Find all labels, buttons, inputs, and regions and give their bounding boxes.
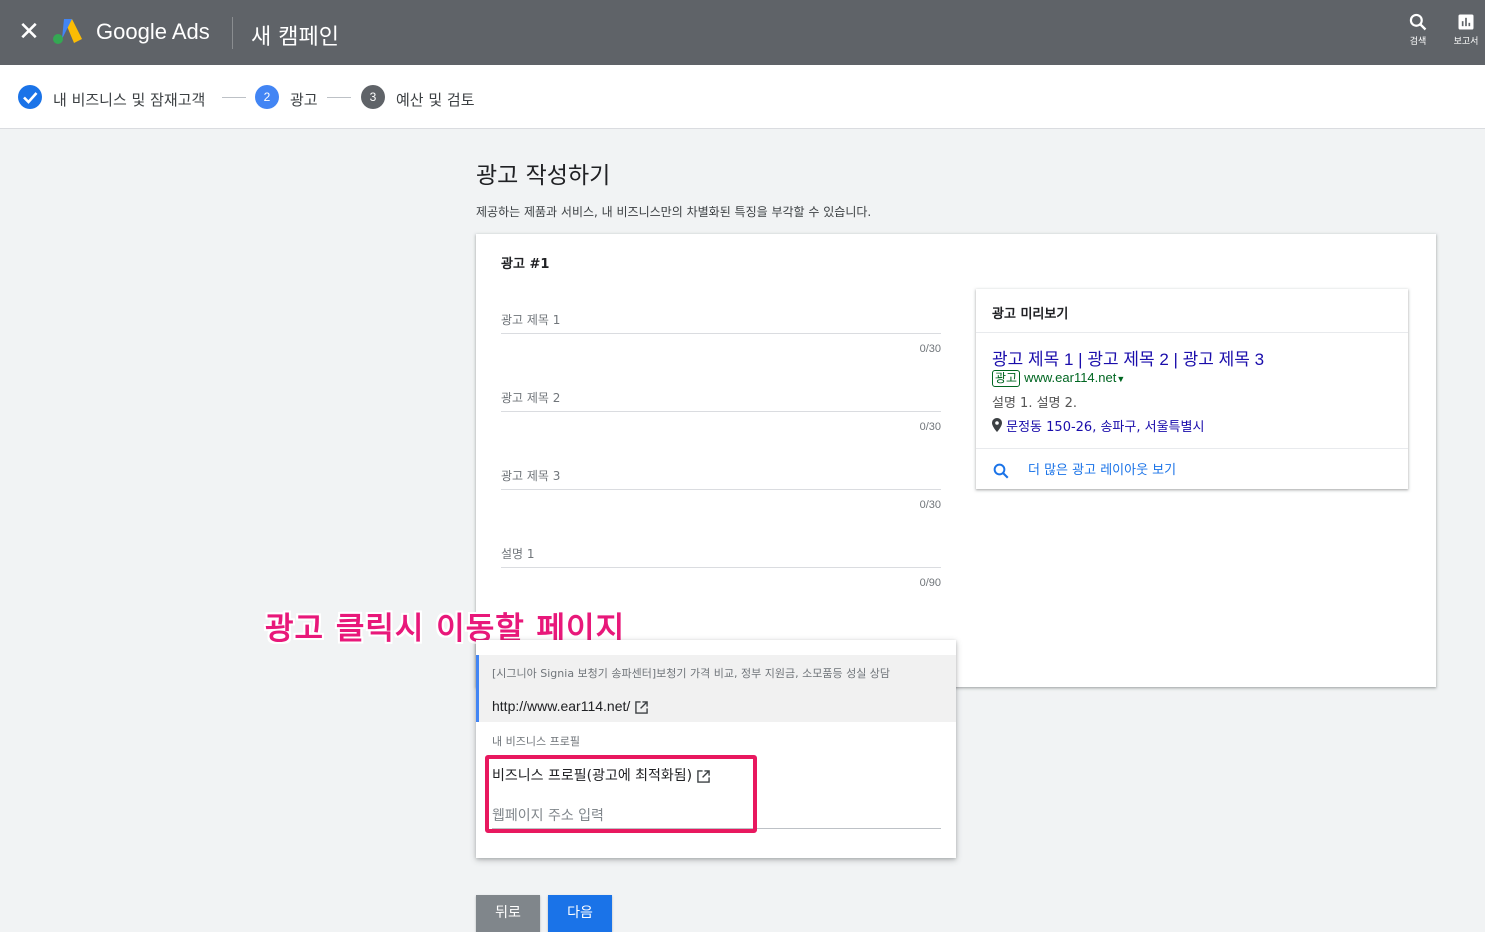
external-link-icon: [635, 701, 649, 714]
field-underline: [501, 489, 941, 490]
preview-divider: [976, 448, 1408, 449]
reports-tool-label: 보고서: [1453, 37, 1479, 47]
website-url: http://www.ear114.net/: [492, 698, 649, 714]
preview-header: 광고 미리보기: [992, 307, 1069, 322]
preview-url-row: 광고 www.ear114.net▼: [992, 370, 1125, 387]
dropdown-option-business-profile[interactable]: 비즈니스 프로필(광고에 최적화됨): [492, 765, 710, 785]
headline-3-label: 광고 제목 3: [501, 469, 561, 483]
dropdown-option-website[interactable]: [시그니아 Signia 보청기 송파센터]보청기 가격 비교, 정부 지원금,…: [476, 655, 956, 722]
page-title: 새 캠페인: [251, 25, 339, 50]
more-ad-layouts-label: 더 많은 광고 레이아웃 보기: [1028, 463, 1177, 478]
bar-chart-icon: [1458, 14, 1474, 30]
preview-headline: 광고 제목 1 | 광고 제목 2 | 광고 제목 3: [992, 350, 1265, 369]
preview-location-text: 문정동 150-26, 송파구, 서울특별시: [1006, 420, 1205, 435]
topbar-divider: [232, 17, 233, 49]
ad-preview-panel: 광고 미리보기 광고 제목 1 | 광고 제목 2 | 광고 제목 3 광고 ww…: [976, 289, 1408, 489]
headline-1-counter: 0/30: [919, 343, 941, 355]
search-icon: [1409, 13, 1427, 31]
headline-1-label: 광고 제목 1: [501, 313, 561, 327]
description-1-label: 설명 1: [501, 547, 535, 561]
field-underline: [501, 333, 941, 334]
step-complete-check-icon[interactable]: [18, 85, 42, 109]
ad-number-title: 광고 #1: [501, 257, 550, 272]
campaign-stepper: 내 비즈니스 및 잠재고객 2 광고 3 예산 및 검토: [0, 65, 1485, 129]
ad-badge: 광고: [992, 370, 1021, 387]
business-profile-group-label: 내 비즈니스 프로필: [492, 735, 580, 748]
brand-name: Google Ads: [96, 19, 210, 44]
search-tool-button[interactable]: 검색: [1398, 12, 1438, 47]
external-link-icon: [697, 769, 710, 783]
next-button[interactable]: 다음: [548, 895, 612, 932]
more-ad-layouts-link[interactable]: 더 많은 광고 레이아웃 보기: [992, 459, 1176, 480]
search-tool-label: 검색: [1409, 37, 1427, 47]
section-heading: 광고 작성하기: [476, 163, 611, 189]
preview-location: 문정동 150-26, 송파구, 서울특별시: [992, 416, 1204, 435]
headline-3-counter: 0/30: [919, 499, 941, 511]
step-2-number: 2: [255, 85, 279, 109]
step-connector: [222, 97, 246, 98]
website-url-text: http://www.ear114.net/: [492, 698, 631, 714]
google-ads-logo: [53, 19, 82, 44]
section-subheading: 제공하는 제품과 서비스, 내 비즈니스만의 차별화된 특징을 부각할 수 있습…: [476, 205, 872, 219]
field-underline: [501, 411, 941, 412]
close-icon[interactable]: ✕: [17, 18, 41, 46]
preview-display-url: www.ear114.net: [1024, 370, 1117, 385]
webpage-url-input[interactable]: [492, 803, 941, 829]
step-2-label: 광고: [290, 91, 318, 109]
location-pin-icon: [992, 418, 1002, 432]
headline-2-label: 광고 제목 2: [501, 391, 561, 405]
top-app-bar: ✕ Google Ads 새 캠페인 검색 보고서: [0, 0, 1485, 65]
headline-2-counter: 0/30: [919, 421, 941, 433]
preview-divider: [976, 332, 1408, 333]
reports-tool-button[interactable]: 보고서: [1446, 12, 1485, 47]
step-3-label: 예산 및 검토: [396, 91, 475, 109]
step-1-label[interactable]: 내 비즈니스 및 잠재고객: [53, 89, 205, 110]
step-connector: [327, 97, 351, 98]
back-button[interactable]: 뒤로: [476, 895, 540, 932]
description-1-counter: 0/90: [919, 577, 941, 589]
website-page-title: [시그니아 Signia 보청기 송파센터]보청기 가격 비교, 정부 지원금,…: [492, 667, 891, 680]
final-url-dropdown: [시그니아 Signia 보청기 송파센터]보청기 가격 비교, 정부 지원금,…: [476, 640, 956, 858]
dropdown-caret-icon: ▼: [1116, 374, 1126, 384]
search-icon: [993, 463, 1009, 478]
preview-description: 설명 1. 설명 2.: [992, 396, 1078, 411]
step-3-number: 3: [361, 85, 385, 109]
field-underline: [501, 567, 941, 568]
business-profile-option-label: 비즈니스 프로필(광고에 최적화됨): [492, 768, 693, 784]
